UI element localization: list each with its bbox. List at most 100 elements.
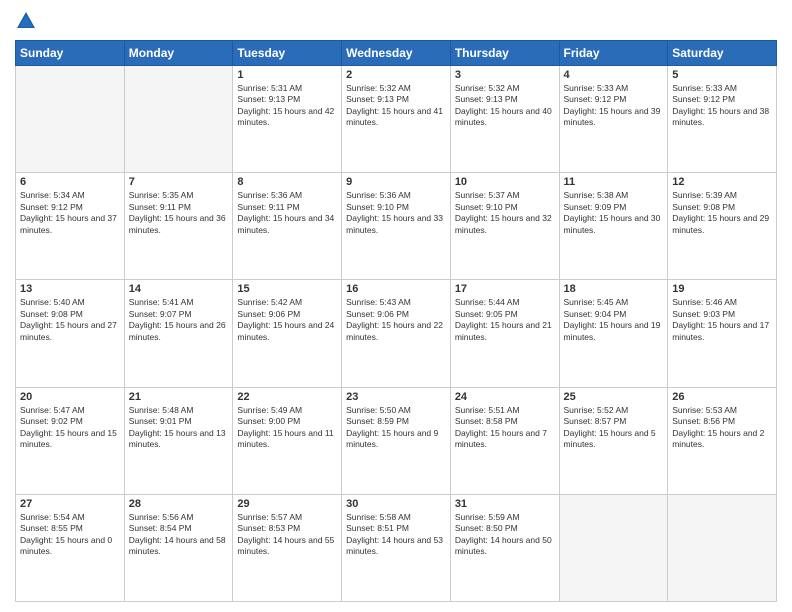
calendar-cell: 20 Sunrise: 5:47 AMSunset: 9:02 PMDayligh… — [16, 387, 125, 494]
day-info: Sunrise: 5:35 AMSunset: 9:11 PMDaylight:… — [129, 190, 229, 236]
day-info: Sunrise: 5:48 AMSunset: 9:01 PMDaylight:… — [129, 405, 229, 451]
calendar-header-thursday: Thursday — [450, 41, 559, 66]
day-number: 18 — [564, 283, 664, 295]
day-number: 10 — [455, 176, 555, 188]
day-number: 13 — [20, 283, 120, 295]
day-number: 7 — [129, 176, 229, 188]
calendar-cell: 18 Sunrise: 5:45 AMSunset: 9:04 PMDayligh… — [559, 280, 668, 387]
day-info: Sunrise: 5:49 AMSunset: 9:00 PMDaylight:… — [237, 405, 337, 451]
day-number: 20 — [20, 391, 120, 403]
calendar-cell: 27 Sunrise: 5:54 AMSunset: 8:55 PMDayligh… — [16, 494, 125, 601]
day-info: Sunrise: 5:51 AMSunset: 8:58 PMDaylight:… — [455, 405, 555, 451]
day-info: Sunrise: 5:58 AMSunset: 8:51 PMDaylight:… — [346, 512, 446, 558]
calendar-cell: 16 Sunrise: 5:43 AMSunset: 9:06 PMDayligh… — [342, 280, 451, 387]
day-info: Sunrise: 5:43 AMSunset: 9:06 PMDaylight:… — [346, 297, 446, 343]
calendar-header-friday: Friday — [559, 41, 668, 66]
calendar-header-saturday: Saturday — [668, 41, 777, 66]
calendar-table: SundayMondayTuesdayWednesdayThursdayFrid… — [15, 40, 777, 602]
day-info: Sunrise: 5:37 AMSunset: 9:10 PMDaylight:… — [455, 190, 555, 236]
calendar-cell — [124, 66, 233, 173]
calendar-header-row: SundayMondayTuesdayWednesdayThursdayFrid… — [16, 41, 777, 66]
day-info: Sunrise: 5:34 AMSunset: 9:12 PMDaylight:… — [20, 190, 120, 236]
calendar-cell: 13Sunrise: 5:40 AMSunset: 9:08 PMDayligh… — [16, 280, 125, 387]
calendar-cell: 1 Sunrise: 5:31 AMSunset: 9:13 PMDaylight… — [233, 66, 342, 173]
day-info: Sunrise: 5:41 AMSunset: 9:07 PMDaylight:… — [129, 297, 229, 343]
calendar-cell: 11Sunrise: 5:38 AMSunset: 9:09 PMDayligh… — [559, 173, 668, 280]
day-number: 19 — [672, 283, 772, 295]
logo — [15, 10, 39, 32]
day-number: 8 — [237, 176, 337, 188]
calendar-cell: 21 Sunrise: 5:48 AMSunset: 9:01 PMDayligh… — [124, 387, 233, 494]
day-number: 24 — [455, 391, 555, 403]
calendar-cell — [16, 66, 125, 173]
day-number: 25 — [564, 391, 664, 403]
day-number: 31 — [455, 498, 555, 510]
day-number: 3 — [455, 69, 555, 81]
calendar-cell: 3 Sunrise: 5:32 AMSunset: 9:13 PMDaylight… — [450, 66, 559, 173]
day-info: Sunrise: 5:33 AMSunset: 9:12 PMDaylight:… — [672, 83, 772, 129]
day-info: Sunrise: 5:50 AMSunset: 8:59 PMDaylight:… — [346, 405, 446, 451]
day-number: 1 — [237, 69, 337, 81]
calendar-week-5: 27 Sunrise: 5:54 AMSunset: 8:55 PMDayligh… — [16, 494, 777, 601]
calendar-header-tuesday: Tuesday — [233, 41, 342, 66]
day-info: Sunrise: 5:36 AMSunset: 9:11 PMDaylight:… — [237, 190, 337, 236]
calendar-week-3: 13Sunrise: 5:40 AMSunset: 9:08 PMDayligh… — [16, 280, 777, 387]
day-number: 15 — [237, 283, 337, 295]
day-info: Sunrise: 5:44 AMSunset: 9:05 PMDaylight:… — [455, 297, 555, 343]
day-info: Sunrise: 5:54 AMSunset: 8:55 PMDaylight:… — [20, 512, 120, 558]
day-info: Sunrise: 5:42 AMSunset: 9:06 PMDaylight:… — [237, 297, 337, 343]
day-info: Sunrise: 5:57 AMSunset: 8:53 PMDaylight:… — [237, 512, 337, 558]
calendar-header-wednesday: Wednesday — [342, 41, 451, 66]
day-info: Sunrise: 5:56 AMSunset: 8:54 PMDaylight:… — [129, 512, 229, 558]
calendar-week-1: 1 Sunrise: 5:31 AMSunset: 9:13 PMDaylight… — [16, 66, 777, 173]
day-number: 28 — [129, 498, 229, 510]
day-number: 17 — [455, 283, 555, 295]
calendar-cell — [559, 494, 668, 601]
calendar-cell: 29 Sunrise: 5:57 AMSunset: 8:53 PMDayligh… — [233, 494, 342, 601]
calendar-cell: 24 Sunrise: 5:51 AMSunset: 8:58 PMDayligh… — [450, 387, 559, 494]
calendar-cell: 31 Sunrise: 5:59 AMSunset: 8:50 PMDayligh… — [450, 494, 559, 601]
day-number: 6 — [20, 176, 120, 188]
day-number: 26 — [672, 391, 772, 403]
calendar-cell: 10 Sunrise: 5:37 AMSunset: 9:10 PMDayligh… — [450, 173, 559, 280]
calendar-cell: 2Sunrise: 5:32 AMSunset: 9:13 PMDaylight… — [342, 66, 451, 173]
day-info: Sunrise: 5:53 AMSunset: 8:56 PMDaylight:… — [672, 405, 772, 451]
page: SundayMondayTuesdayWednesdayThursdayFrid… — [0, 0, 792, 612]
day-info: Sunrise: 5:45 AMSunset: 9:04 PMDaylight:… — [564, 297, 664, 343]
calendar-cell: 12 Sunrise: 5:39 AMSunset: 9:08 PMDayligh… — [668, 173, 777, 280]
day-number: 27 — [20, 498, 120, 510]
day-info: Sunrise: 5:32 AMSunset: 9:13 PMDaylight:… — [346, 83, 446, 129]
day-number: 16 — [346, 283, 446, 295]
day-number: 11 — [564, 176, 664, 188]
calendar-header-monday: Monday — [124, 41, 233, 66]
day-info: Sunrise: 5:59 AMSunset: 8:50 PMDaylight:… — [455, 512, 555, 558]
calendar-cell: 28 Sunrise: 5:56 AMSunset: 8:54 PMDayligh… — [124, 494, 233, 601]
logo-icon — [15, 10, 37, 32]
day-number: 29 — [237, 498, 337, 510]
calendar-cell: 19 Sunrise: 5:46 AMSunset: 9:03 PMDayligh… — [668, 280, 777, 387]
day-info: Sunrise: 5:31 AMSunset: 9:13 PMDaylight:… — [237, 83, 337, 129]
calendar-cell: 9Sunrise: 5:36 AMSunset: 9:10 PMDaylight… — [342, 173, 451, 280]
day-number: 30 — [346, 498, 446, 510]
calendar-cell: 30 Sunrise: 5:58 AMSunset: 8:51 PMDayligh… — [342, 494, 451, 601]
day-info: Sunrise: 5:52 AMSunset: 8:57 PMDaylight:… — [564, 405, 664, 451]
day-info: Sunrise: 5:32 AMSunset: 9:13 PMDaylight:… — [455, 83, 555, 129]
calendar-cell: 17 Sunrise: 5:44 AMSunset: 9:05 PMDayligh… — [450, 280, 559, 387]
day-number: 14 — [129, 283, 229, 295]
day-number: 21 — [129, 391, 229, 403]
calendar-cell: 6 Sunrise: 5:34 AMSunset: 9:12 PMDaylight… — [16, 173, 125, 280]
calendar-cell: 4Sunrise: 5:33 AMSunset: 9:12 PMDaylight… — [559, 66, 668, 173]
day-info: Sunrise: 5:33 AMSunset: 9:12 PMDaylight:… — [564, 83, 664, 129]
day-info: Sunrise: 5:47 AMSunset: 9:02 PMDaylight:… — [20, 405, 120, 451]
calendar-header-sunday: Sunday — [16, 41, 125, 66]
day-info: Sunrise: 5:39 AMSunset: 9:08 PMDaylight:… — [672, 190, 772, 236]
calendar-cell: 7 Sunrise: 5:35 AMSunset: 9:11 PMDaylight… — [124, 173, 233, 280]
day-number: 12 — [672, 176, 772, 188]
calendar-cell: 15 Sunrise: 5:42 AMSunset: 9:06 PMDayligh… — [233, 280, 342, 387]
header — [15, 10, 777, 32]
calendar-cell: 25 Sunrise: 5:52 AMSunset: 8:57 PMDayligh… — [559, 387, 668, 494]
day-info: Sunrise: 5:46 AMSunset: 9:03 PMDaylight:… — [672, 297, 772, 343]
calendar-week-4: 20 Sunrise: 5:47 AMSunset: 9:02 PMDayligh… — [16, 387, 777, 494]
calendar-cell — [668, 494, 777, 601]
day-number: 22 — [237, 391, 337, 403]
